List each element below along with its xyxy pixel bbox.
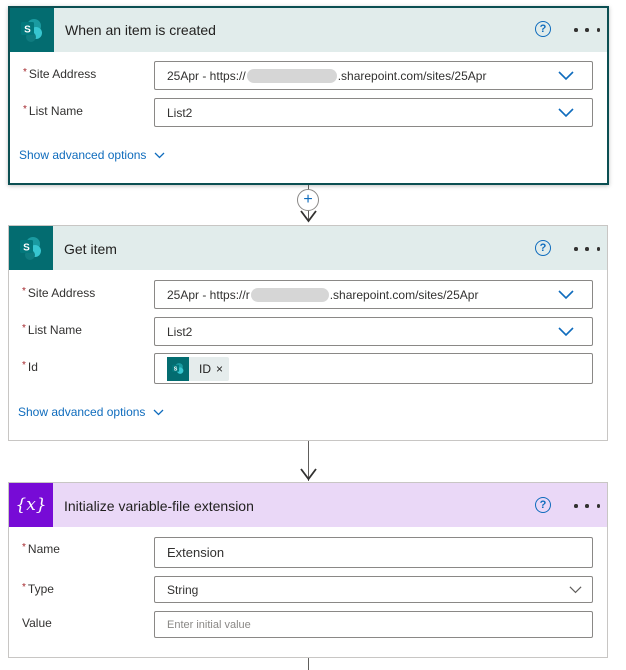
chevron-down-icon [154, 152, 165, 158]
arrow-down-icon [300, 468, 317, 481]
token-label: ID [199, 362, 211, 376]
site-address-label: * Site Address [23, 67, 97, 81]
help-icon[interactable]: ? [535, 497, 551, 513]
get-item-title: Get item [64, 241, 117, 257]
variable-icon: {x} [9, 483, 53, 527]
trigger-title: When an item is created [65, 22, 216, 38]
sharepoint-icon: S [9, 226, 53, 270]
more-options-icon[interactable] [574, 241, 600, 257]
id-field[interactable]: S ID × [154, 353, 593, 384]
chevron-down-icon [558, 289, 574, 299]
svg-text:S: S [24, 25, 31, 36]
get-item-card[interactable]: S Get item ? * Site Address 25Apr - https… [8, 225, 608, 441]
dynamic-content-token[interactable]: S ID × [167, 357, 230, 381]
more-options-icon[interactable] [574, 498, 600, 514]
trigger-card[interactable]: S When an item is created ? * Site Addres… [8, 6, 609, 185]
chevron-down-icon [558, 326, 574, 336]
name-label: * Name [22, 542, 60, 556]
sharepoint-icon: S [10, 8, 54, 52]
connector-line [308, 658, 309, 670]
type-label: * Type [22, 582, 54, 596]
more-options-icon[interactable] [574, 22, 600, 38]
show-advanced-options-link[interactable]: Show advanced options [19, 148, 165, 162]
variable-type-dropdown[interactable]: String [154, 576, 593, 603]
variable-name-input[interactable]: Extension [154, 537, 593, 568]
initialize-variable-card[interactable]: {x} Initialize variable-file extension ?… [8, 482, 608, 658]
list-name-label: * List Name [22, 323, 82, 337]
svg-text:S: S [174, 366, 178, 372]
sharepoint-icon: S [167, 357, 189, 381]
svg-text:S: S [23, 243, 30, 254]
variable-value-input[interactable]: Enter initial value [154, 611, 593, 638]
help-icon[interactable]: ? [535, 240, 551, 256]
list-name-dropdown[interactable]: List2 [154, 317, 593, 346]
initialize-variable-card-header[interactable]: {x} Initialize variable-file extension ? [9, 483, 607, 527]
get-item-card-header[interactable]: S Get item ? [9, 226, 607, 270]
chevron-down-icon [558, 107, 574, 117]
arrow-down-icon [300, 210, 317, 223]
site-address-dropdown[interactable]: 25Apr - https://r .sharepoint.com/sites/2… [154, 280, 593, 309]
list-name-label: * List Name [23, 104, 83, 118]
close-icon[interactable]: × [216, 362, 229, 376]
help-icon[interactable]: ? [535, 21, 551, 37]
insert-step-button[interactable]: + [297, 189, 319, 211]
redacted-text [250, 287, 329, 302]
chevron-down-icon [153, 409, 164, 415]
chevron-down-icon [558, 70, 574, 80]
id-label: * Id [22, 360, 38, 374]
value-label: Value [22, 616, 52, 630]
chevron-down-icon [569, 585, 582, 593]
initialize-variable-title: Initialize variable-file extension [64, 498, 254, 514]
list-name-dropdown[interactable]: List2 [154, 98, 593, 127]
site-address-label: * Site Address [22, 286, 96, 300]
site-address-dropdown[interactable]: 25Apr - https://.sharepoint.com/sites/25… [154, 61, 593, 90]
show-advanced-options-link[interactable]: Show advanced options [18, 405, 164, 419]
trigger-card-header[interactable]: S When an item is created ? [10, 8, 607, 52]
redacted-text [246, 68, 337, 83]
